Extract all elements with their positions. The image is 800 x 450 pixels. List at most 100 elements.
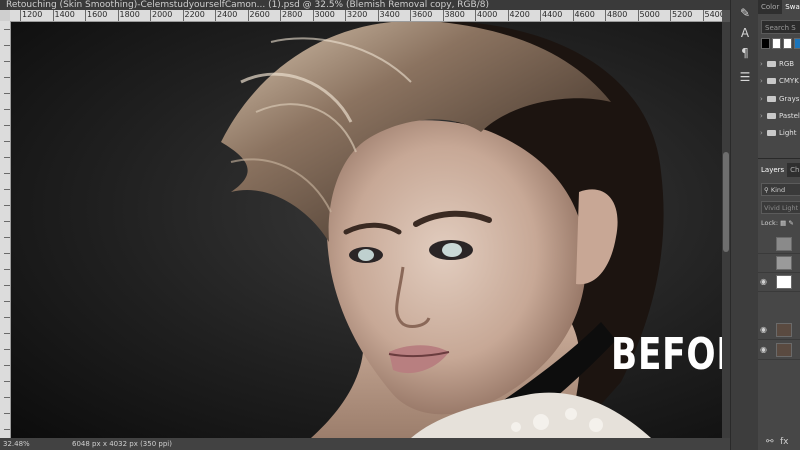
folder-icon [767, 113, 776, 119]
chevron-right-icon: › [760, 95, 763, 103]
paragraph-icon[interactable]: ¶ [736, 44, 754, 62]
ruler-vertical [0, 21, 11, 438]
folder-label: Light [779, 129, 797, 137]
layer-thumbnail [776, 343, 792, 357]
eye-icon[interactable]: ◉ [760, 345, 770, 355]
ruler-label: 3600 [412, 10, 433, 19]
ruler-label: 3200 [347, 10, 368, 19]
swatch-white[interactable] [772, 38, 781, 49]
layer-thumbnail [776, 237, 792, 251]
ruler-label: 2000 [152, 10, 173, 19]
layer-row[interactable] [758, 254, 800, 273]
layers-panel: LayersChannels ⚲ Kind Vivid Light Lock: … [758, 158, 800, 450]
zoom-level[interactable]: 32.48% [3, 438, 30, 450]
eye-icon[interactable]: ◉ [760, 277, 770, 287]
ruler-label: 2800 [282, 10, 303, 19]
ruler-label: 4800 [607, 10, 628, 19]
document-info[interactable]: 6048 px x 4032 px (350 ppi) [72, 438, 172, 450]
folder-icon [767, 78, 776, 84]
chevron-right-icon: › [760, 60, 763, 68]
layer-row[interactable]: ◉ [758, 273, 800, 292]
vertical-scroll-thumb[interactable] [723, 152, 729, 252]
fx-icon[interactable]: fx [780, 437, 789, 447]
swatch-folder-cmyk[interactable]: › CMYK [760, 73, 800, 89]
search-icon: ⚲ [764, 186, 769, 194]
ruler-tick [4, 29, 10, 30]
ruler-tick [4, 109, 10, 110]
ruler-label: 1800 [119, 10, 140, 19]
ruler-tick [4, 125, 10, 126]
lock-brush-icon[interactable]: ✎ [788, 219, 793, 227]
swatch-white-2[interactable] [783, 38, 792, 49]
chevron-right-icon: › [760, 112, 763, 120]
layer-filter-kind[interactable]: ⚲ Kind [761, 183, 800, 196]
right-panel-dock: ColorSwatches Search S › RGB › CMYK › Grays… [758, 0, 800, 450]
ruler-tick [4, 157, 10, 158]
swatch-folder-rgb[interactable]: › RGB [760, 56, 800, 72]
swatch-black[interactable] [761, 38, 770, 49]
panel-icon-strip: ✎ A ¶ ☰ [730, 0, 759, 450]
ruler-label: 4600 [574, 10, 595, 19]
layer-thumbnail [776, 323, 792, 337]
link-layers-icon[interactable]: ⚯ [766, 437, 774, 447]
ruler-tick [4, 301, 10, 302]
ruler-label: 4200 [509, 10, 530, 19]
ruler-label: 1400 [54, 10, 75, 19]
swatch-search-input[interactable]: Search S [761, 20, 800, 34]
swatch-folder-light[interactable]: › Light [760, 125, 800, 141]
ruler-tick [4, 349, 10, 350]
layer-row[interactable] [758, 235, 800, 254]
ruler-tick [4, 189, 10, 190]
ruler-tick [4, 253, 10, 254]
chevron-right-icon: › [760, 129, 763, 137]
ruler-label: 4000 [477, 10, 498, 19]
ruler-tick [4, 205, 10, 206]
status-bar: 32.48% 6048 px x 4032 px (350 ppi) [0, 438, 730, 450]
ruler-label: 1600 [87, 10, 108, 19]
ruler-tick [4, 429, 10, 430]
folder-label: Grays [779, 95, 800, 103]
ruler-tick [4, 61, 10, 62]
document-tab-title[interactable]: Retouching (Skin Smoothing)-Celemstudyou… [0, 0, 730, 10]
chevron-right-icon: › [760, 77, 763, 85]
brush-settings-icon[interactable]: ✎ [736, 4, 754, 22]
adjust-icon[interactable]: ☰ [736, 68, 754, 86]
ruler-tick [4, 365, 10, 366]
ruler-label: 2600 [249, 10, 270, 19]
layer-row[interactable]: ◉ [758, 341, 800, 360]
layers-panel-tabs: LayersChannels [758, 163, 800, 177]
swatch-folder-grays[interactable]: › Grays [760, 91, 800, 107]
tab-channels[interactable]: Channels [787, 163, 800, 177]
ruler-tick [4, 45, 10, 46]
layer-row[interactable]: ◉ [758, 321, 800, 340]
ruler-tick [4, 221, 10, 222]
ruler-horizontal: 1200 1400 1600 1800 2000 2200 2400 2600 2800 3000… [10, 10, 722, 22]
ruler-label: 1200 [22, 10, 43, 19]
ruler-tick [4, 141, 10, 142]
swatch-blue[interactable] [794, 38, 800, 49]
layer-thumbnail [776, 256, 792, 270]
eye-icon[interactable]: ◉ [760, 325, 770, 335]
tab-color[interactable]: Color [758, 0, 782, 14]
tab-layers[interactable]: Layers [758, 163, 788, 177]
ruler-label: 2200 [184, 10, 205, 19]
swatch-folder-pastel[interactable]: › Pastel [760, 108, 800, 124]
ruler-tick [4, 93, 10, 94]
folder-icon [767, 130, 776, 136]
ruler-tick [4, 413, 10, 414]
lock-transparency-icon[interactable]: ▦ [780, 219, 786, 227]
tab-swatches[interactable]: Swatches [782, 0, 800, 14]
folder-icon [767, 61, 776, 67]
document-canvas[interactable]: BEFORE [11, 22, 722, 438]
ruler-label: 5400 [704, 10, 723, 19]
lock-label: Lock: [761, 219, 779, 227]
ruler-tick [4, 269, 10, 270]
vertical-scrollbar[interactable] [722, 22, 730, 438]
ruler-label: 3000 [314, 10, 335, 19]
before-overlay-text: BEFORE [611, 329, 722, 380]
ruler-label: 3400 [379, 10, 400, 19]
letter-a-icon[interactable]: A [736, 24, 754, 42]
ruler-label: 2400 [217, 10, 238, 19]
ruler-tick [4, 77, 10, 78]
blend-mode-select[interactable]: Vivid Light [761, 201, 800, 214]
